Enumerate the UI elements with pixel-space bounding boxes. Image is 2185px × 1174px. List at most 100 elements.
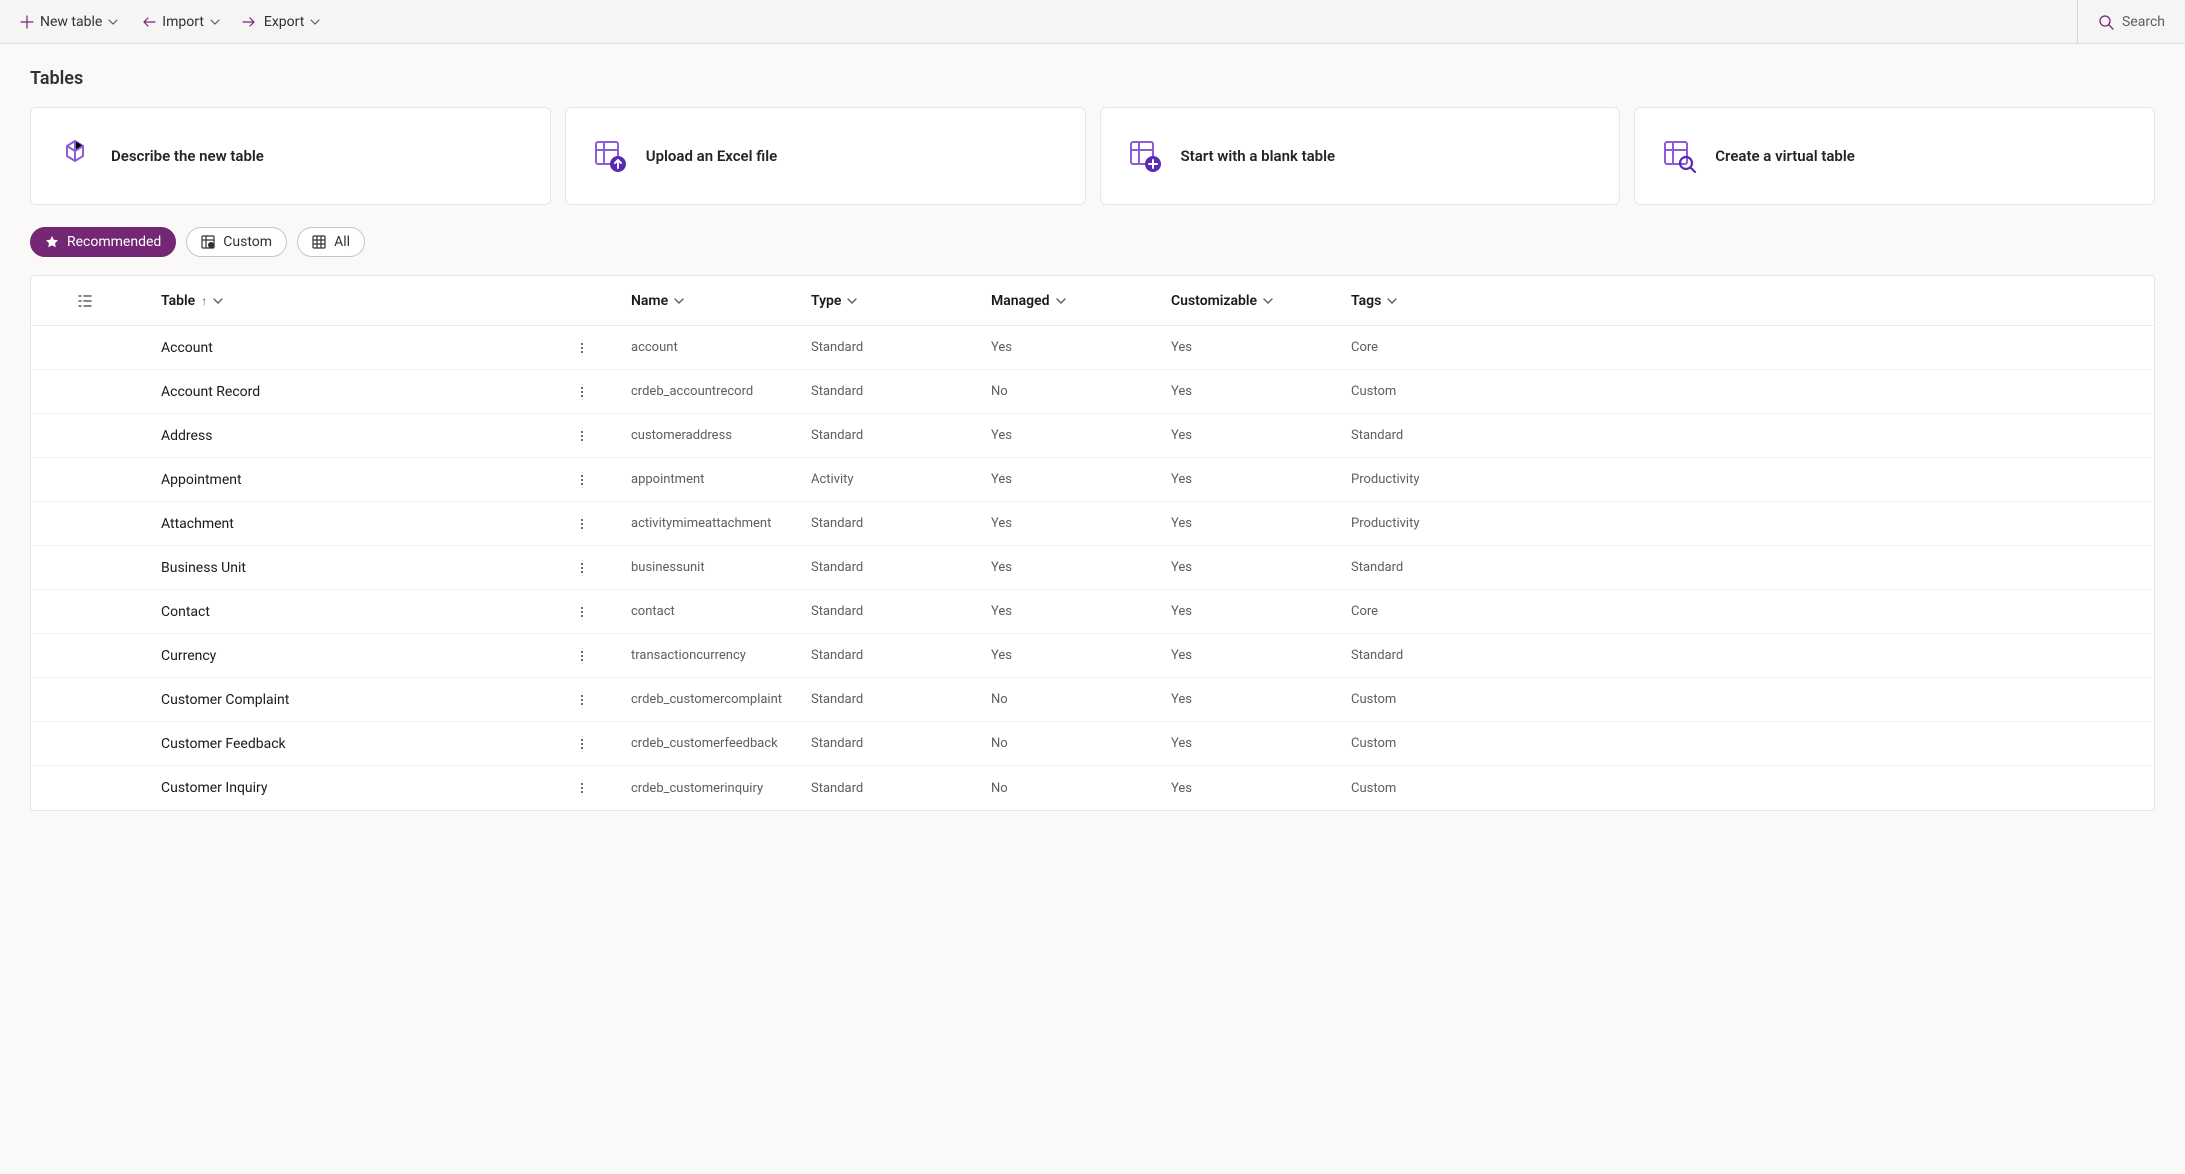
row-table-name[interactable]: Account: [101, 340, 571, 356]
col-type-label: Type: [811, 293, 841, 309]
card-upload-excel[interactable]: Upload an Excel file: [565, 107, 1086, 205]
col-table-label: Table: [161, 293, 195, 309]
export-label: Export: [264, 14, 304, 30]
row-table-name[interactable]: Appointment: [101, 472, 571, 488]
table-row[interactable]: AttachmentactivitymimeattachmentStandard…: [31, 502, 2154, 546]
card-describe-table[interactable]: Describe the new table: [30, 107, 551, 205]
chevron-down-icon: [1263, 296, 1273, 306]
toolbar: New table Import Export Search: [0, 0, 2185, 44]
row-name: customeraddress: [631, 428, 811, 443]
row-table-name[interactable]: Customer Complaint: [101, 692, 571, 708]
row-tags: Custom: [1351, 781, 2154, 796]
row-more-button[interactable]: [571, 733, 593, 755]
grid-icon: [312, 235, 326, 249]
table-upload-icon: [590, 136, 630, 176]
more-vertical-icon: [575, 341, 589, 355]
row-customizable: Yes: [1171, 340, 1351, 355]
more-vertical-icon: [575, 781, 589, 795]
row-customizable: Yes: [1171, 428, 1351, 443]
row-more-button[interactable]: [571, 777, 593, 799]
col-customizable[interactable]: Customizable: [1171, 293, 1351, 309]
row-more-button[interactable]: [571, 337, 593, 359]
row-managed: Yes: [991, 472, 1171, 487]
row-more-button[interactable]: [571, 645, 593, 667]
card-describe-label: Describe the new table: [111, 147, 264, 165]
row-tags: Custom: [1351, 692, 2154, 707]
row-type: Standard: [811, 384, 991, 399]
table-row[interactable]: Business UnitbusinessunitStandardYesYesS…: [31, 546, 2154, 590]
table-row[interactable]: CurrencytransactioncurrencyStandardYesYe…: [31, 634, 2154, 678]
row-more-button[interactable]: [571, 601, 593, 623]
row-customizable: Yes: [1171, 560, 1351, 575]
export-button[interactable]: Export: [240, 10, 322, 34]
card-blank-table[interactable]: Start with a blank table: [1100, 107, 1621, 205]
row-type: Standard: [811, 648, 991, 663]
export-icon: [242, 15, 258, 29]
grid-body: AccountaccountStandardYesYesCoreAccount …: [31, 326, 2154, 810]
col-table[interactable]: Table ↑: [101, 293, 571, 309]
row-table-name[interactable]: Address: [101, 428, 571, 444]
row-name: account: [631, 340, 811, 355]
grid-header: Table ↑ Name Type Managed Customizable: [31, 276, 2154, 326]
more-vertical-icon: [575, 561, 589, 575]
filter-all[interactable]: All: [297, 227, 365, 257]
col-tags[interactable]: Tags: [1351, 293, 2154, 309]
col-managed[interactable]: Managed: [991, 293, 1171, 309]
table-row[interactable]: Customer Inquirycrdeb_customerinquirySta…: [31, 766, 2154, 810]
table-row[interactable]: AppointmentappointmentActivityYesYesProd…: [31, 458, 2154, 502]
row-more-button[interactable]: [571, 381, 593, 403]
row-table-name[interactable]: Customer Inquiry: [101, 780, 571, 796]
row-tags: Standard: [1351, 560, 2154, 575]
row-managed: Yes: [991, 648, 1171, 663]
col-name[interactable]: Name: [631, 293, 811, 309]
row-more-button[interactable]: [571, 557, 593, 579]
row-table-name[interactable]: Business Unit: [101, 560, 571, 576]
chevron-down-icon: [310, 17, 320, 27]
row-name: transactioncurrency: [631, 648, 811, 663]
toolbar-right: Search: [2077, 0, 2167, 43]
row-type: Standard: [811, 736, 991, 751]
col-type[interactable]: Type: [811, 293, 991, 309]
page-content: Tables Describe the new table Upload an …: [0, 44, 2185, 811]
new-table-label: New table: [40, 14, 102, 30]
row-name: crdeb_customerinquiry: [631, 781, 811, 796]
chevron-down-icon: [1056, 296, 1066, 306]
row-managed: Yes: [991, 560, 1171, 575]
table-row[interactable]: Customer Feedbackcrdeb_customerfeedbackS…: [31, 722, 2154, 766]
card-virtual-table[interactable]: Create a virtual table: [1634, 107, 2155, 205]
table-row[interactable]: ContactcontactStandardYesYesCore: [31, 590, 2154, 634]
row-table-name[interactable]: Currency: [101, 648, 571, 664]
card-upload-label: Upload an Excel file: [646, 147, 777, 165]
row-table-name[interactable]: Contact: [101, 604, 571, 620]
row-managed: No: [991, 781, 1171, 796]
row-number-icon[interactable]: [31, 293, 101, 309]
plus-icon: [20, 15, 34, 29]
search-input[interactable]: Search: [2096, 10, 2167, 34]
row-table-name[interactable]: Account Record: [101, 384, 571, 400]
filter-custom[interactable]: Custom: [186, 227, 287, 257]
row-tags: Standard: [1351, 648, 2154, 663]
more-vertical-icon: [575, 649, 589, 663]
table-row[interactable]: AddresscustomeraddressStandardYesYesStan…: [31, 414, 2154, 458]
row-customizable: Yes: [1171, 692, 1351, 707]
row-more-button[interactable]: [571, 425, 593, 447]
filter-recommended[interactable]: Recommended: [30, 227, 176, 257]
table-row[interactable]: Customer Complaintcrdeb_customercomplain…: [31, 678, 2154, 722]
import-button[interactable]: Import: [138, 10, 222, 34]
filter-recommended-label: Recommended: [67, 234, 161, 250]
table-search-icon: [1659, 136, 1699, 176]
row-table-name[interactable]: Customer Feedback: [101, 736, 571, 752]
row-type: Standard: [811, 428, 991, 443]
table-row[interactable]: Account Recordcrdeb_accountrecordStandar…: [31, 370, 2154, 414]
new-table-button[interactable]: New table: [18, 10, 120, 34]
row-type: Standard: [811, 516, 991, 531]
row-table-name[interactable]: Attachment: [101, 516, 571, 532]
cards-row: Describe the new table Upload an Excel f…: [30, 107, 2155, 205]
row-more-button[interactable]: [571, 469, 593, 491]
table-row[interactable]: AccountaccountStandardYesYesCore: [31, 326, 2154, 370]
more-vertical-icon: [575, 605, 589, 619]
row-more-button[interactable]: [571, 689, 593, 711]
row-customizable: Yes: [1171, 472, 1351, 487]
filter-all-label: All: [334, 234, 350, 250]
row-more-button[interactable]: [571, 513, 593, 535]
